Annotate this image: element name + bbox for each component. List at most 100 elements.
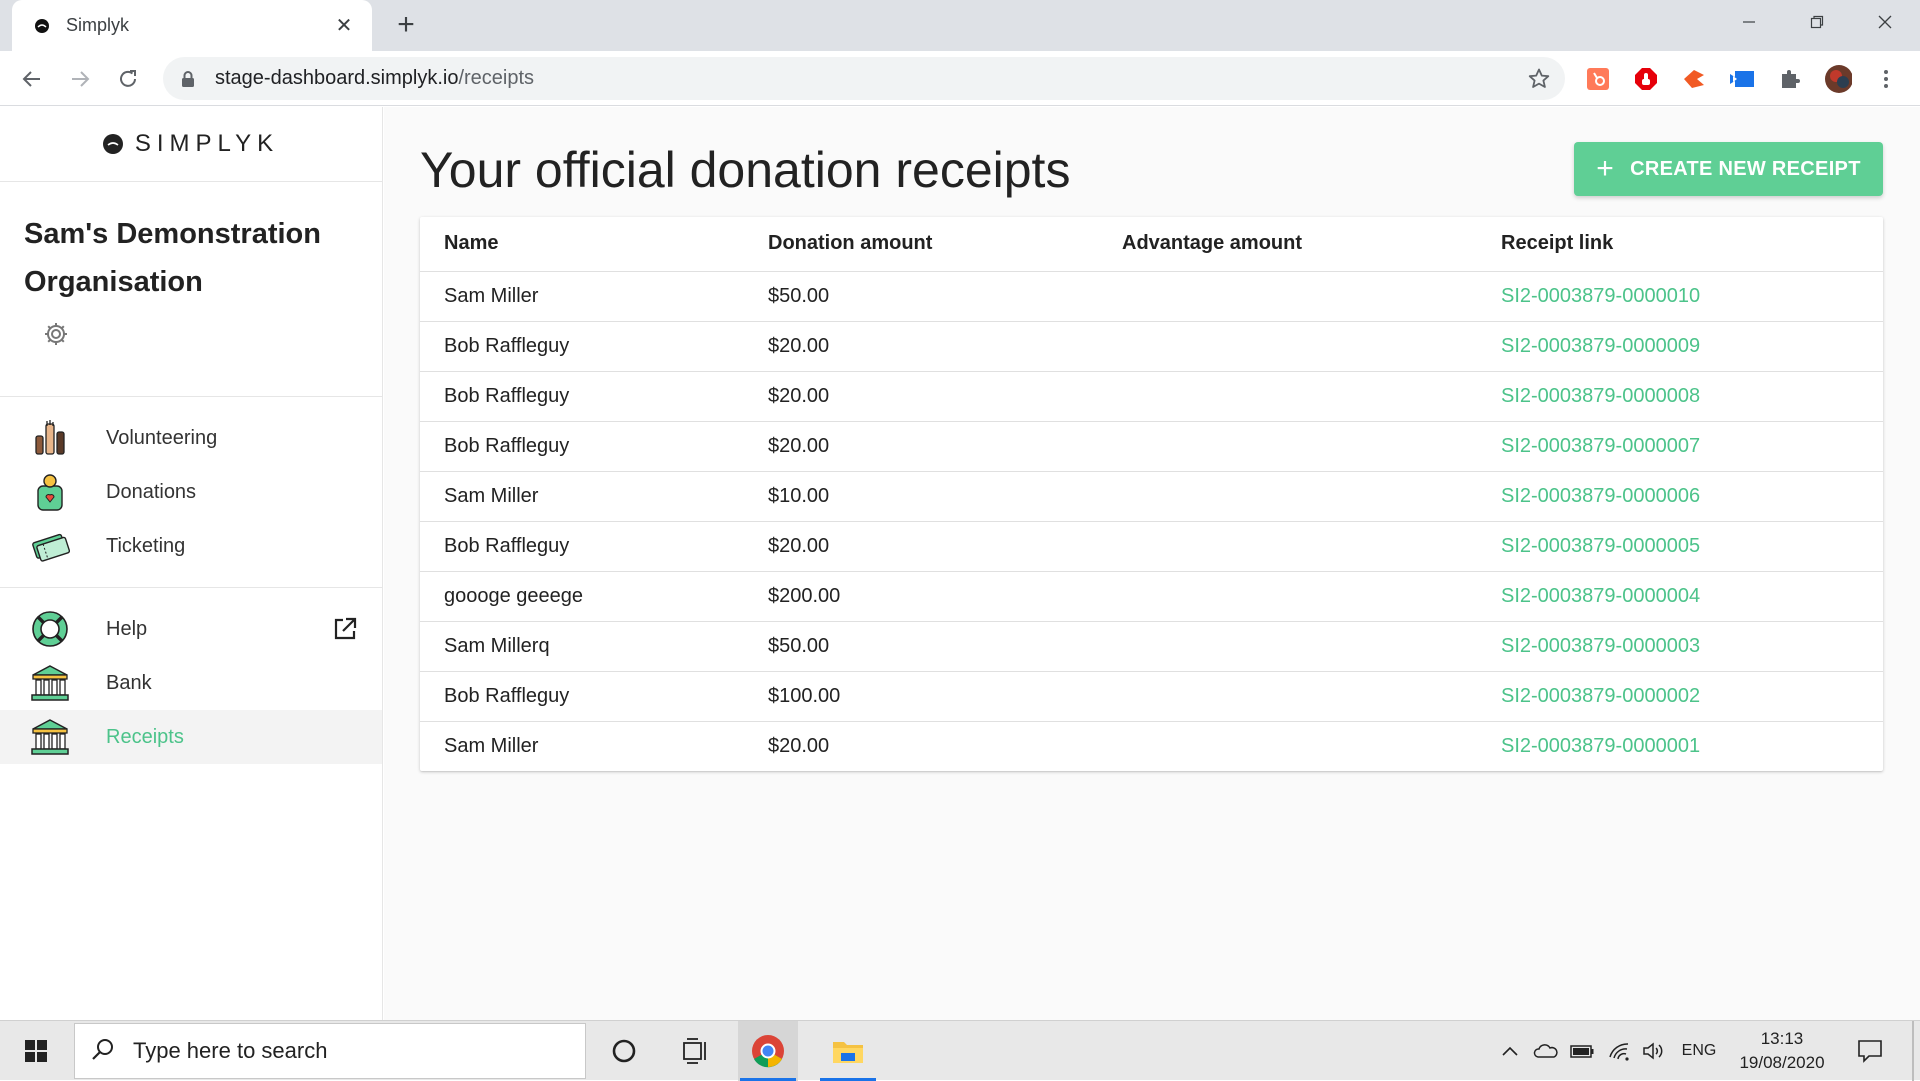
lock-icon (181, 70, 201, 88)
organisation-panel: Sam's Demonstration Organisation (0, 182, 382, 397)
sidebar-item-volunteering[interactable]: Volunteering (0, 411, 382, 465)
table-row: Sam Millerq $50.00 SI2-0003879-0000003 (420, 621, 1883, 672)
wifi-icon[interactable] (1604, 1021, 1636, 1081)
cell-name: Sam Miller (444, 734, 539, 757)
new-tab-button[interactable]: + (390, 10, 422, 42)
cell-name: Sam Miller (420, 271, 744, 322)
sidebar-item-label: Volunteering (106, 426, 218, 449)
sidebar-item-label: Donations (106, 480, 197, 503)
profile-avatar[interactable] (1824, 65, 1852, 93)
tickets-icon (30, 526, 71, 566)
table-row: Sam Miller $20.00 SI2-0003879-0000001 (420, 721, 1883, 771)
cell-advantage-amount (1098, 721, 1477, 771)
cell-advantage-amount (1098, 621, 1477, 672)
receipt-link[interactable]: SI2-0003879-0000001 (1477, 721, 1883, 771)
browser-menu-icon[interactable] (1872, 65, 1900, 93)
tab-close-icon[interactable]: ✕ (332, 13, 356, 38)
battery-icon[interactable] (1566, 1021, 1598, 1081)
cell-donation-amount: $200.00 (744, 571, 1098, 622)
receipt-link[interactable]: SI2-0003879-0000002 (1477, 671, 1883, 722)
puzzle-icon[interactable] (1776, 65, 1804, 93)
sidebar-item-bank[interactable]: Bank (0, 656, 382, 710)
windows-taskbar: Type here to search ENG 13:13 19/08/2020 (0, 1020, 1920, 1081)
cortana-icon[interactable] (594, 1021, 654, 1081)
sidebar-item-help[interactable]: Help (0, 602, 382, 656)
hubspot-icon[interactable] (1584, 65, 1612, 93)
language-indicator[interactable]: ENG (1676, 1021, 1722, 1081)
receipt-link[interactable]: SI2-0003879-0000006 (1477, 471, 1883, 522)
receipt-link[interactable]: SI2-0003879-0000010 (1477, 271, 1883, 322)
column-header-receipt-link[interactable]: Receipt link (1477, 217, 1883, 272)
cell-donation-amount: $20.00 (744, 371, 1098, 422)
windows-start-button[interactable] (0, 1021, 72, 1081)
create-new-receipt-button[interactable]: + CREATE NEW RECEIPT (1574, 142, 1883, 196)
adblock-icon[interactable] (1632, 65, 1660, 93)
sidebar-item-donations[interactable]: Donations (0, 465, 382, 519)
receipt-link[interactable]: SI2-0003879-0000004 (1477, 571, 1883, 622)
cell-advantage-amount (1098, 271, 1477, 322)
table-row: Bob Raffleguy $20.00 SI2-0003879-0000007 (420, 421, 1883, 472)
cell-donation-amount: $100.00 (744, 671, 1098, 722)
cell-donation-amount: $50.00 (744, 621, 1098, 672)
system-clock[interactable]: 13:13 19/08/2020 (1730, 1027, 1834, 1075)
sidebar-item-label: Ticketing (106, 534, 186, 557)
onedrive-icon[interactable] (1530, 1021, 1562, 1081)
receipt-link[interactable]: SI2-0003879-0000007 (1477, 421, 1883, 472)
table-header-row: Name Donation amount Advantage amount Re… (420, 217, 1883, 272)
close-window-button[interactable] (1850, 0, 1920, 44)
task-view-icon[interactable] (666, 1021, 726, 1081)
bookmark-star-icon[interactable] (1527, 67, 1551, 96)
falcon-icon[interactable] (1680, 65, 1708, 93)
sidebar: SIMPLYK Sam's Demonstration Organisation (0, 107, 383, 1020)
cell-donation-amount: $20.00 (744, 321, 1098, 372)
back-button[interactable] (16, 63, 48, 95)
brand-logo[interactable]: SIMPLYK (0, 107, 382, 182)
cell-advantage-amount (1098, 421, 1477, 472)
primary-nav: Volunteering Donations Ticketing (0, 397, 382, 588)
column-header-donation-amount[interactable]: Donation amount (744, 217, 1098, 272)
table-row: Bob Raffleguy $20.00 SI2-0003879-0000009 (420, 321, 1883, 372)
taskbar-search-box[interactable]: Type here to search (74, 1023, 586, 1079)
cell-advantage-amount (1098, 571, 1477, 622)
forward-button[interactable] (64, 63, 96, 95)
chrome-taskbar-icon[interactable] (738, 1021, 798, 1081)
receipt-link[interactable]: SI2-0003879-0000003 (1477, 621, 1883, 672)
sidebar-item-label: Bank (106, 671, 152, 694)
main-content: Your official donation receipts + CREATE… (384, 107, 1920, 1020)
bank-icon (30, 663, 70, 703)
tab-title: Simplyk (66, 15, 130, 35)
cell-donation-amount: $10.00 (744, 471, 1098, 522)
reload-button[interactable] (112, 63, 144, 95)
sidebar-item-ticketing[interactable]: Ticketing (0, 519, 382, 573)
show-desktop-strip[interactable] (1912, 1021, 1914, 1081)
receipts-table-card: Name Donation amount Advantage amount Re… (420, 217, 1883, 771)
search-icon (91, 1037, 115, 1066)
receipt-link[interactable]: SI2-0003879-0000005 (1477, 521, 1883, 572)
url-path: /receipts (458, 67, 535, 89)
restore-button[interactable] (1782, 0, 1852, 44)
screencast-icon[interactable] (1728, 65, 1756, 93)
receipt-link[interactable]: SI2-0003879-0000009 (1477, 321, 1883, 372)
browser-tab[interactable]: Simplyk ✕ (12, 0, 372, 51)
volume-icon[interactable] (1638, 1021, 1670, 1081)
receipt-link[interactable]: SI2-0003879-0000008 (1477, 371, 1883, 422)
column-header-advantage-amount[interactable]: Advantage amount (1098, 217, 1477, 272)
cell-advantage-amount (1098, 521, 1477, 572)
create-button-label: CREATE NEW RECEIPT (1630, 157, 1861, 180)
minimize-button[interactable] (1714, 0, 1784, 44)
address-bar[interactable]: stage-dashboard.simplyk.io/receipts (163, 57, 1565, 100)
gear-icon[interactable] (42, 320, 72, 350)
table-row: Bob Raffleguy $100.00 SI2-0003879-000000… (420, 671, 1883, 722)
search-placeholder: Type here to search (133, 1038, 328, 1063)
column-header-name[interactable]: Name (420, 217, 744, 272)
bank-icon (30, 717, 70, 757)
table-row: Sam Miller $50.00 SI2-0003879-0000010 (420, 271, 1883, 322)
hands-icon (30, 418, 70, 458)
notifications-icon[interactable] (1850, 1021, 1890, 1081)
file-explorer-icon[interactable] (818, 1021, 878, 1081)
show-hidden-icons-icon[interactable] (1496, 1021, 1524, 1081)
cell-name: Bob Raffleguy (420, 421, 744, 472)
table-row: goooge geeege $200.00 SI2-0003879-000000… (420, 571, 1883, 622)
sidebar-item-receipts[interactable]: Receipts (0, 710, 382, 764)
external-link-icon[interactable] (332, 616, 358, 647)
